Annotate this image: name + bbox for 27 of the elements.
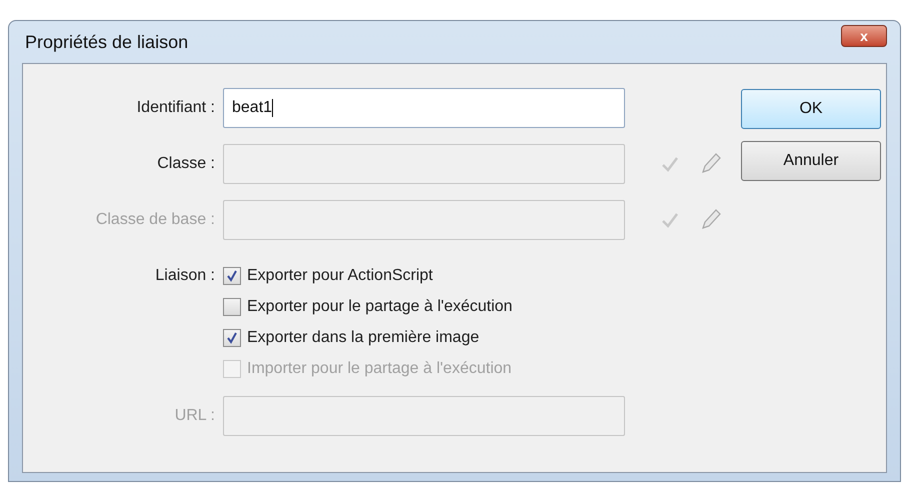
field-value: beat1 xyxy=(232,98,272,118)
field-label: URL : xyxy=(174,406,216,426)
checkbox-label: Exporter pour le partage à l'exécution xyxy=(247,296,512,316)
field-label: Identifiant : xyxy=(136,98,216,118)
checkbox[interactable] xyxy=(223,266,241,284)
input-field[interactable]: beat1 xyxy=(223,88,625,128)
pencil-icon[interactable] xyxy=(699,208,721,232)
pencil-icon[interactable] xyxy=(699,152,721,176)
dialog-button[interactable]: Annuler xyxy=(741,141,881,181)
checkbox-label: Exporter pour ActionScript xyxy=(247,266,433,286)
input-field[interactable] xyxy=(223,396,625,436)
checkbox-label: Exporter dans la première image xyxy=(247,328,480,348)
field-label: Classe : xyxy=(156,154,216,174)
checkmark-icon xyxy=(226,270,238,282)
window-title: Propriétés de liaison xyxy=(24,30,188,54)
checkmark-icon xyxy=(226,332,238,344)
linkage-label: Liaison : xyxy=(154,266,216,286)
field-label: Classe de base : xyxy=(94,210,216,230)
input-field[interactable] xyxy=(223,200,625,240)
dialog-button[interactable]: OK xyxy=(741,89,881,129)
checkbox[interactable] xyxy=(223,328,241,346)
checkbox[interactable] xyxy=(223,298,241,316)
checkbox-label: Importer pour le partage à l'exécution xyxy=(247,358,512,378)
input-field[interactable] xyxy=(223,144,625,184)
checkmark-icon[interactable] xyxy=(661,156,679,172)
text-cursor xyxy=(272,99,274,117)
checkmark-icon[interactable] xyxy=(661,212,679,228)
